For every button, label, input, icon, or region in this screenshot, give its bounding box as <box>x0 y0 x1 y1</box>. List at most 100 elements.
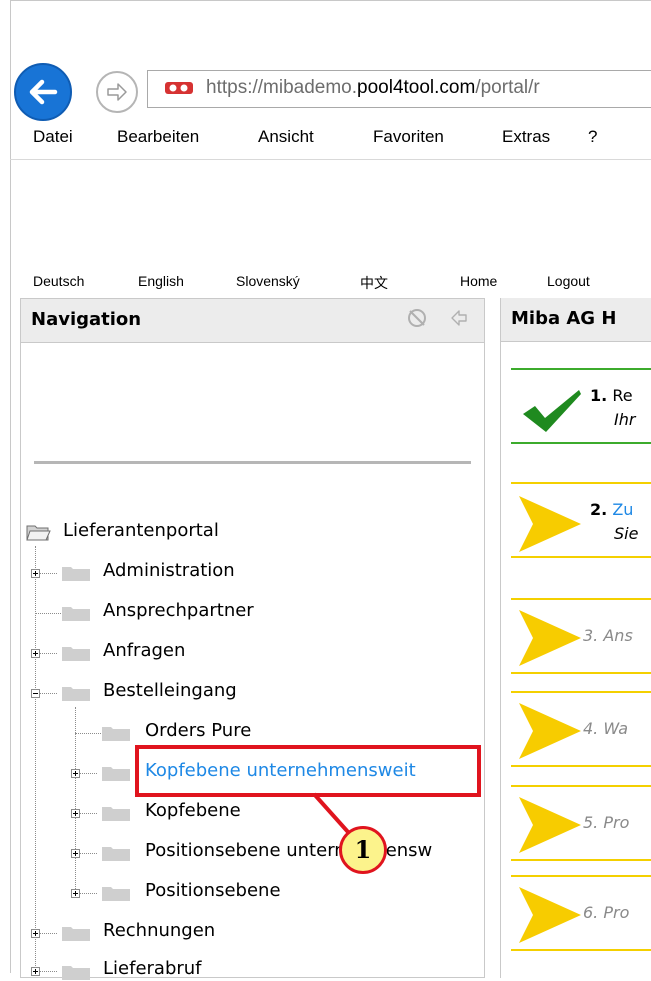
navigation-separator <box>34 461 471 464</box>
folder-icon <box>102 887 130 901</box>
expand-positionsebene-unternehmensweit[interactable] <box>71 849 80 858</box>
tree-item-anfragen[interactable]: Anfragen <box>103 640 185 661</box>
lang-chinese[interactable]: 中文 <box>360 273 388 293</box>
menu-ansicht[interactable]: Ansicht <box>258 127 314 147</box>
navigation-panel: Navigation Lieferantenportal Administrat… <box>20 298 485 980</box>
tree-item-rechnungen[interactable]: Rechnungen <box>103 920 215 941</box>
folder-icon <box>102 727 130 741</box>
menu-help[interactable]: ? <box>588 127 597 147</box>
step-line <box>511 859 651 861</box>
step-arrow-icon <box>519 496 581 552</box>
step-4: 4. Wa <box>511 691 651 767</box>
navigation-title: Navigation <box>31 309 142 330</box>
lang-english[interactable]: English <box>138 273 184 289</box>
window-border-top <box>10 0 651 1</box>
expand-rechnungen[interactable] <box>31 929 40 938</box>
site-security-icon <box>165 82 193 94</box>
checkmark-icon <box>523 390 581 432</box>
refresh-icon[interactable] <box>406 307 428 329</box>
step-3: 3. Ans <box>511 598 651 674</box>
step-5-number: 5. <box>583 813 599 832</box>
back-button[interactable] <box>14 63 72 121</box>
step-2-label[interactable]: 2. Zu <box>590 500 633 519</box>
folder-icon <box>62 927 90 941</box>
expand-positionsebene[interactable] <box>71 889 80 898</box>
main-header: Miba AG H <box>501 298 651 342</box>
url-text: https://mibademo.pool4tool.com/portal/r <box>206 77 540 99</box>
folder-open-icon <box>26 525 51 541</box>
folder-icon <box>62 966 90 980</box>
step-line <box>511 785 651 787</box>
step-6-text: Pro <box>603 903 630 922</box>
step-1: 1. Re Ihr <box>511 368 651 444</box>
folder-icon <box>62 647 90 661</box>
step-4-number: 4. <box>583 719 599 738</box>
callout-number: 1 <box>354 835 372 864</box>
tree-item-positionsebene-unternehmensweit[interactable]: Positionsebene unternehmensw <box>145 840 432 861</box>
navigation-header: Navigation <box>21 299 484 343</box>
folder-icon <box>102 767 130 781</box>
step-4-text: Wa <box>603 719 629 738</box>
expand-anfragen[interactable] <box>31 649 40 658</box>
tree-root-lieferantenportal[interactable]: Lieferantenportal <box>63 520 219 541</box>
step-line <box>511 765 651 767</box>
step-line <box>511 949 651 951</box>
menu-favoriten[interactable]: Favoriten <box>373 127 444 147</box>
step-2: 2. Zu Sie <box>511 482 651 558</box>
step-5-text: Pro <box>603 813 630 832</box>
lang-slovensky[interactable]: Slovenský <box>236 273 300 289</box>
expand-lieferabruf[interactable] <box>31 967 40 976</box>
collapse-arrow-icon[interactable] <box>449 308 469 328</box>
tree-line <box>35 613 61 614</box>
tree-item-bestelleingang[interactable]: Bestelleingang <box>103 680 237 701</box>
collapse-bestelleingang[interactable] <box>31 689 40 698</box>
step-3-text: Ans <box>603 626 633 645</box>
step-5: 5. Pro <box>511 785 651 861</box>
address-bar[interactable]: https://mibademo.pool4tool.com/portal/r <box>147 70 651 108</box>
language-bar: Deutsch English Slovenský 中文 Home Logout <box>10 272 651 294</box>
menu-datei[interactable]: Datei <box>33 127 73 147</box>
step-arrow-icon <box>519 703 581 759</box>
folder-icon <box>102 807 130 821</box>
tree-item-orders-pure[interactable]: Orders Pure <box>145 720 251 741</box>
step-6: 6. Pro <box>511 875 651 951</box>
menu-bar: Datei Bearbeiten Ansicht Favoriten Extra… <box>10 119 651 160</box>
logout-link[interactable]: Logout <box>547 273 590 289</box>
menu-bearbeiten[interactable]: Bearbeiten <box>117 127 199 147</box>
tree-item-ansprechpartner[interactable]: Ansprechpartner <box>103 600 254 621</box>
step-2-link[interactable]: Zu <box>612 500 633 519</box>
back-arrow-icon <box>29 79 58 105</box>
tree-line <box>75 733 101 734</box>
step-1-label: 1. Re <box>590 386 633 405</box>
tree-item-lieferabruf[interactable]: Lieferabruf <box>103 958 202 979</box>
step-2-subtext: Sie <box>614 524 639 543</box>
forward-button[interactable] <box>96 71 138 113</box>
folder-icon <box>102 847 130 861</box>
tree-line <box>75 707 76 893</box>
step-line <box>511 691 651 693</box>
tree-line <box>35 546 36 972</box>
step-line <box>511 556 651 558</box>
step-line <box>511 875 651 877</box>
callout-badge: 1 <box>339 826 387 874</box>
step-2-number: 2. <box>590 500 608 519</box>
step-6-number: 6. <box>583 903 599 922</box>
step-line <box>511 598 651 600</box>
tree-item-administration[interactable]: Administration <box>103 560 235 581</box>
home-link[interactable]: Home <box>460 273 497 289</box>
main-title: Miba AG H <box>511 308 617 329</box>
expand-kopfebene[interactable] <box>71 809 80 818</box>
tree-item-positionsebene[interactable]: Positionsebene <box>145 880 281 901</box>
menu-extras[interactable]: Extras <box>502 127 550 147</box>
lang-deutsch[interactable]: Deutsch <box>33 273 84 289</box>
expand-kopfebene-unternehmensweit[interactable] <box>71 769 80 778</box>
step-1-text: Re <box>612 386 633 405</box>
tree-item-kopfebene[interactable]: Kopfebene <box>145 800 241 821</box>
expand-administration[interactable] <box>31 569 40 578</box>
step-3-label: 3. Ans <box>583 626 633 645</box>
url-path: /portal/r <box>475 77 540 98</box>
step-arrow-icon <box>519 887 581 943</box>
step-line <box>511 368 651 370</box>
step-1-subtext: Ihr <box>614 410 636 429</box>
url-subdomain: mibademo. <box>263 77 358 98</box>
